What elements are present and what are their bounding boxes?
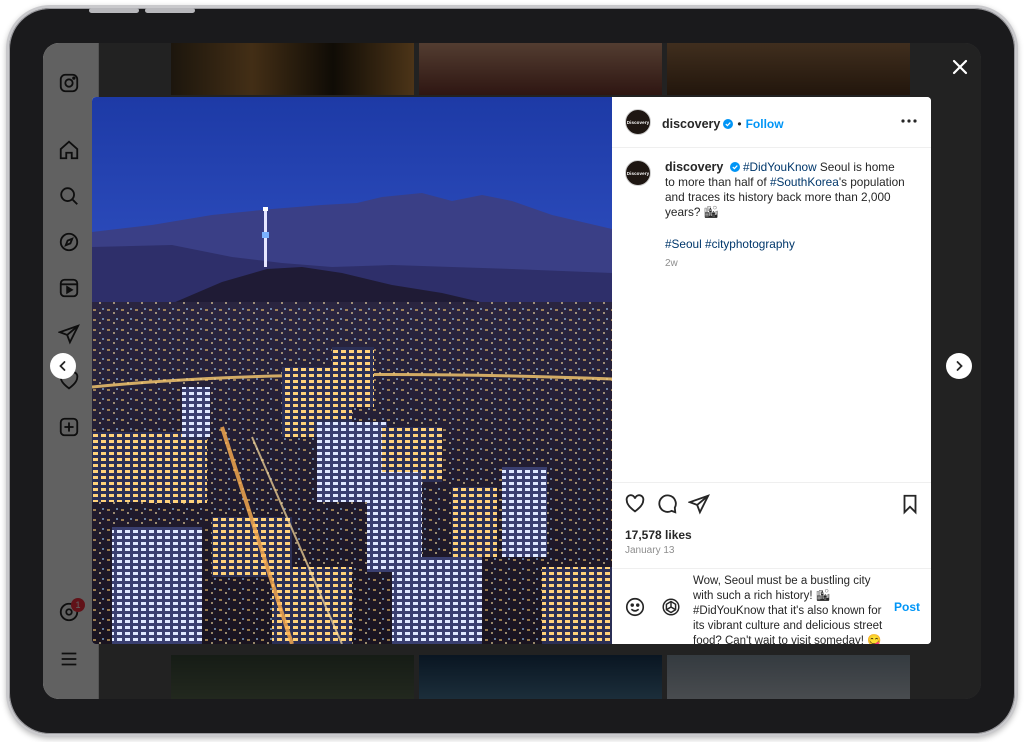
previous-post-button[interactable] (50, 353, 76, 379)
caption-avatar[interactable]: Discovery (625, 160, 651, 186)
verified-badge-icon (723, 119, 734, 129)
follow-button[interactable]: Follow (746, 117, 784, 131)
share-icon[interactable] (688, 493, 710, 515)
more-options-icon[interactable] (899, 114, 919, 128)
avatar[interactable]: Discovery (625, 109, 651, 135)
post-caption: discovery #DidYouKnow Seoul is home to m… (665, 160, 905, 220)
separator-dot: • (737, 117, 742, 131)
screen: 1 (43, 43, 981, 699)
post-detail-panel: Discovery discovery • Follow Discovery dis… (612, 97, 931, 644)
author-line: discovery • Follow (662, 115, 784, 133)
volume-button (89, 8, 139, 13)
post-date: January 13 (625, 545, 675, 556)
post-modal: Discovery discovery • Follow Discovery dis… (92, 97, 931, 644)
author-username[interactable]: discovery (662, 117, 720, 131)
post-header: Discovery discovery • Follow (612, 97, 931, 148)
ai-assistant-icon[interactable] (660, 596, 682, 618)
comment-icon[interactable] (656, 493, 678, 515)
caption-hashtags[interactable]: #Seoul #cityphotography (665, 237, 795, 251)
emoji-icon[interactable] (624, 596, 646, 618)
like-heart-icon[interactable] (624, 493, 646, 515)
divider (612, 482, 931, 483)
post-comment-button[interactable]: Post (894, 600, 920, 614)
hashtag-link[interactable]: #DidYouKnow (743, 160, 817, 174)
comment-input[interactable]: Wow, Seoul must be a bustling city with … (693, 574, 893, 644)
seoul-night-photo (92, 97, 612, 644)
next-post-button[interactable] (946, 353, 972, 379)
save-bookmark-icon[interactable] (899, 493, 921, 515)
verified-badge-icon (729, 162, 740, 172)
volume-button (145, 8, 195, 13)
post-photo[interactable] (92, 97, 612, 644)
divider (612, 568, 931, 569)
close-icon[interactable] (949, 56, 971, 78)
post-age: 2w (665, 258, 678, 269)
hashtag-link[interactable]: #SouthKorea (770, 175, 839, 189)
caption-username[interactable]: discovery (665, 160, 723, 174)
likes-count[interactable]: 17,578 likes (625, 528, 692, 542)
